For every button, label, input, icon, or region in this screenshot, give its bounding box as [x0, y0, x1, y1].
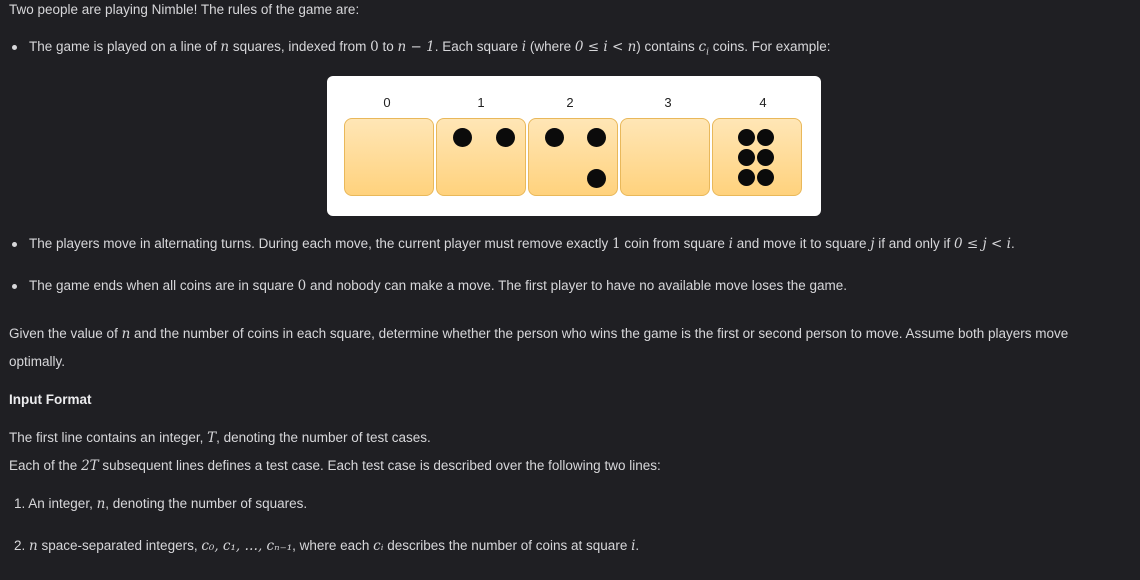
input-text: subsequent lines defines a test case. Ea… — [98, 458, 661, 473]
rule-1-text: ) contains — [636, 39, 699, 54]
square-2 — [528, 118, 618, 196]
rule-1-text: The game is played on a line of — [29, 39, 221, 54]
rule-1-text: to — [378, 39, 398, 54]
math-n: n — [220, 39, 230, 55]
example-figure: 0 1 2 3 4 — [327, 76, 821, 216]
coin — [496, 128, 515, 147]
coin — [453, 128, 472, 147]
list-text: . — [635, 538, 640, 553]
math-range: 0 ≤ j < i — [954, 236, 1011, 252]
coin — [738, 169, 755, 186]
square-4 — [712, 118, 802, 196]
list-text: , where each — [292, 538, 374, 553]
math-T: T — [207, 430, 217, 446]
math-n-minus-1: n − 1 — [397, 39, 435, 55]
coin — [738, 149, 755, 166]
list-item-2: 2. n space-separated integers, c₀, c₁, …… — [14, 536, 639, 556]
rule-2-text: if and only if — [874, 236, 955, 251]
math-ci: cᵢ — [373, 538, 384, 554]
square-index-label: 0 — [383, 95, 391, 110]
task-paragraph-cont: optimally. — [9, 354, 66, 369]
list-text: An integer, — [25, 496, 97, 511]
intro-text: Two people are playing Nimble! The rules… — [9, 2, 360, 17]
rule-3-text: and nobody can make a move. The first pl… — [306, 278, 848, 293]
math-sequence: c₀, c₁, …, cₙ₋₁ — [201, 538, 293, 554]
math-n: n — [29, 538, 38, 554]
math-zero: 0 — [370, 39, 379, 55]
input-format-heading: Input Format — [9, 392, 92, 407]
math-n: n — [121, 326, 131, 342]
rule-2-text: and move it to square — [732, 236, 871, 251]
rule-3-text: The game ends when all coins are in squa… — [29, 278, 298, 293]
square-index-label: 4 — [759, 95, 767, 110]
input-text: Each of the — [9, 458, 82, 473]
math-range: 0 ≤ i < n — [574, 39, 637, 55]
coin — [587, 169, 606, 188]
math-c: c — [698, 39, 707, 55]
list-text: describes the number of coins at square — [383, 538, 632, 553]
rule-2-text: . — [1010, 236, 1015, 251]
bullet-dot — [12, 242, 17, 247]
input-text: , denoting the number of test cases. — [216, 430, 431, 445]
coin — [738, 129, 755, 146]
rule-2-text: coin from square — [620, 236, 729, 251]
square-index-label: 1 — [477, 95, 485, 110]
square-index-label: 3 — [664, 95, 672, 110]
rule-1: The game is played on a line of n square… — [29, 37, 831, 63]
coin — [757, 129, 774, 146]
square-index-label: 2 — [566, 95, 574, 110]
bullet-dot — [12, 45, 17, 50]
coin — [587, 128, 606, 147]
rule-1-text: (where — [526, 39, 575, 54]
rule-1-text: coins. For example: — [709, 39, 831, 54]
bullet-dot — [12, 284, 17, 289]
rule-2-text: The players move in alternating turns. D… — [29, 236, 613, 251]
coin — [757, 149, 774, 166]
input-line-2: Each of the 2T subsequent lines defines … — [9, 456, 661, 476]
list-item-1: 1. An integer, n, denoting the number of… — [14, 494, 307, 514]
square-0 — [344, 118, 434, 196]
math-2T: 2T — [81, 458, 99, 474]
task-paragraph: Given the value of n and the number of c… — [9, 324, 1068, 344]
task-text: and the number of coins in each square, … — [130, 326, 1069, 341]
math-zero: 0 — [297, 278, 307, 294]
coin — [545, 128, 564, 147]
rule-3: The game ends when all coins are in squa… — [29, 276, 847, 296]
coin — [757, 169, 774, 186]
task-text: Given the value of — [9, 326, 122, 341]
math-n: n — [96, 496, 106, 512]
rule-1-text: squares, indexed from — [229, 39, 371, 54]
rule-2: The players move in alternating turns. D… — [29, 234, 1015, 254]
list-number: 2. — [14, 538, 26, 553]
square-3 — [620, 118, 710, 196]
input-line-1: The first line contains an integer, T, d… — [9, 428, 431, 448]
list-text: , denoting the number of squares. — [105, 496, 308, 511]
rule-1-text: . Each square — [434, 39, 522, 54]
math-one: 1 — [612, 236, 621, 252]
input-text: The first line contains an integer, — [9, 430, 208, 445]
list-number: 1. — [14, 496, 26, 511]
list-text: space-separated integers, — [37, 538, 202, 553]
square-1 — [436, 118, 526, 196]
